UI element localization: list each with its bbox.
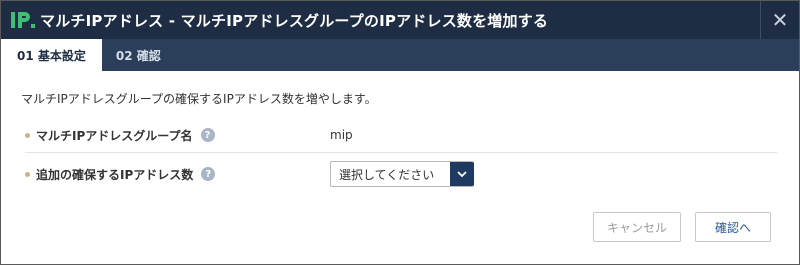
tab-basic-settings[interactable]: 01 基本設定: [1, 39, 102, 71]
dialog-content: マルチIPアドレスグループの確保するIPアドレス数を増やします。 マルチIPアド…: [1, 90, 799, 195]
dialog: マルチIPアドレス - マルチIPアドレスグループのIPアドレス数を増加する ✕…: [0, 0, 800, 265]
bullet-icon: [25, 171, 30, 177]
cancel-button[interactable]: キャンセル: [593, 212, 681, 242]
confirm-button[interactable]: 確認へ: [695, 212, 771, 242]
ip-count-label: 追加の確保するIPアドレス数: [36, 167, 194, 182]
field-row-group-name: マルチIPアドレスグループ名 ? mip: [25, 118, 777, 153]
help-icon[interactable]: ?: [201, 167, 216, 181]
tab-confirm[interactable]: 02 確認: [102, 39, 175, 71]
field-label-ip-count: 追加の確保するIPアドレス数 ?: [25, 166, 330, 183]
tab-bar: 01 基本設定 02 確認: [1, 39, 799, 71]
group-name-value: mip: [330, 128, 353, 142]
ip-count-select[interactable]: 選択してください: [330, 161, 474, 187]
field-row-ip-count: 追加の確保するIPアドレス数 ? 選択してください: [25, 153, 777, 195]
title-bar: マルチIPアドレス - マルチIPアドレスグループのIPアドレス数を増加する ✕: [1, 1, 799, 39]
dialog-title: マルチIPアドレス - マルチIPアドレスグループのIPアドレス数を増加する: [40, 11, 549, 30]
dialog-footer: キャンセル 確認へ: [593, 212, 771, 242]
close-icon[interactable]: ✕: [760, 1, 799, 39]
bullet-icon: [25, 132, 30, 138]
group-name-label: マルチIPアドレスグループ名: [36, 128, 193, 143]
chevron-down-icon[interactable]: [450, 162, 474, 186]
help-icon[interactable]: ?: [200, 128, 215, 142]
ip-count-select-value: 選択してください: [339, 167, 435, 182]
description-text: マルチIPアドレスグループの確保するIPアドレス数を増やします。: [21, 92, 377, 106]
field-label-group-name: マルチIPアドレスグループ名 ?: [25, 127, 330, 144]
ip-logo-icon: [10, 8, 38, 32]
